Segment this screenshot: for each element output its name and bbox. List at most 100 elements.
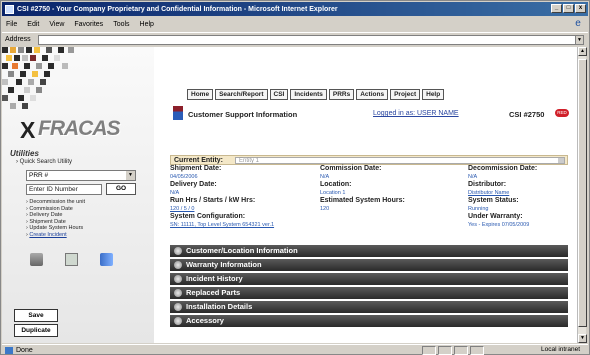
page-header: Customer Support Information Logged in a… bbox=[155, 103, 579, 125]
logo-area: X FRACAS bbox=[2, 47, 154, 163]
nav-search-report[interactable]: Search/Report bbox=[215, 89, 268, 100]
status-text: Done bbox=[2, 347, 422, 354]
logo-x: X bbox=[20, 117, 36, 143]
section-customer-location[interactable]: Customer/Location Information bbox=[170, 245, 568, 257]
main-nav: Home Search/Report CSI Incidents PRRs Ac… bbox=[187, 89, 445, 100]
nav-project[interactable]: Project bbox=[390, 89, 421, 100]
sys-config-label: System Configuration: bbox=[170, 213, 246, 220]
link-commission-date[interactable]: › Commission Date bbox=[26, 206, 85, 213]
distributor-link[interactable]: Distributor Name bbox=[468, 190, 509, 196]
security-zone: Local intranet bbox=[540, 346, 580, 353]
status-cells bbox=[422, 345, 484, 355]
warranty-label: Under Warranty: bbox=[468, 213, 523, 220]
delivery-date-value: N/A bbox=[170, 190, 180, 196]
system-status-label: System Status: bbox=[468, 197, 519, 204]
app-logo: FRACAS bbox=[38, 117, 120, 140]
decommission-date-value: N/A bbox=[468, 174, 478, 180]
link-create-incident-label: Create Incident bbox=[29, 231, 67, 238]
address-label: Address bbox=[5, 36, 31, 43]
print-icon[interactable] bbox=[30, 253, 43, 266]
menu-edit[interactable]: Edit bbox=[27, 21, 39, 28]
utility-links: › Decommission the unit › Commission Dat… bbox=[26, 199, 85, 239]
vertical-scrollbar[interactable]: ▲ ▼ bbox=[577, 47, 587, 343]
section-incident-history[interactable]: Incident History bbox=[170, 273, 568, 285]
est-hours-value: 120 bbox=[320, 206, 330, 212]
nav-prrs[interactable]: PRRs bbox=[328, 89, 355, 100]
export-icon[interactable] bbox=[65, 253, 78, 266]
menu-tools[interactable]: Tools bbox=[113, 21, 129, 28]
scroll-thumb[interactable] bbox=[578, 59, 587, 327]
shipment-date-label: Shipment Date: bbox=[170, 165, 222, 172]
nav-help[interactable]: Help bbox=[422, 89, 445, 100]
section-warranty[interactable]: Warranty Information bbox=[170, 259, 568, 271]
csi-page-icon bbox=[173, 106, 183, 120]
left-panel: X FRACAS Utilities › Quick Search Utilit… bbox=[2, 47, 154, 343]
current-entity-select[interactable]: Entity 1 bbox=[235, 157, 565, 164]
go-button[interactable]: GO bbox=[106, 183, 136, 195]
ie-page-icon bbox=[5, 4, 14, 14]
copy-icon[interactable] bbox=[100, 253, 113, 266]
chevron-down-icon: ▼ bbox=[126, 171, 135, 180]
address-input[interactable] bbox=[38, 35, 582, 45]
maximize-button[interactable]: □ bbox=[563, 4, 574, 13]
distributor-label: Distributor: bbox=[468, 181, 507, 188]
save-button[interactable]: Save bbox=[14, 309, 58, 322]
scroll-up-icon[interactable]: ▲ bbox=[578, 47, 587, 56]
nav-incidents[interactable]: Incidents bbox=[290, 89, 327, 100]
menu-help[interactable]: Help bbox=[140, 21, 154, 28]
window-controls: _ □ x bbox=[551, 4, 586, 13]
page-title: Customer Support Information bbox=[188, 110, 298, 119]
menu-file[interactable]: File bbox=[6, 21, 17, 28]
current-entity-row: Current Entity: Entity 1 bbox=[170, 155, 568, 165]
section-accessory[interactable]: Accessory bbox=[170, 315, 568, 327]
run-hrs-link[interactable]: 120 / 5 / 0 bbox=[170, 206, 194, 212]
chevron-down-icon bbox=[558, 158, 564, 163]
decommission-date-label: Decommission Date: bbox=[468, 165, 538, 172]
window-title: CSI #2750 - Your Company Proprietary and… bbox=[17, 5, 338, 13]
menu-bar: File Edit View Favorites Tools Help e bbox=[2, 17, 588, 31]
page-content: X FRACAS Utilities › Quick Search Utilit… bbox=[2, 47, 579, 343]
minimize-button[interactable]: _ bbox=[551, 4, 562, 13]
id-number-input[interactable]: Enter ID Number bbox=[26, 184, 102, 195]
location-label: Location: bbox=[320, 181, 352, 188]
nav-csi[interactable]: CSI bbox=[269, 89, 289, 100]
link-update-hours[interactable]: › Update System Hours bbox=[26, 225, 85, 232]
link-delivery-date[interactable]: › Delivery Date bbox=[26, 212, 85, 219]
menu-favorites[interactable]: Favorites bbox=[74, 21, 103, 28]
section-installation-details[interactable]: Installation Details bbox=[170, 301, 568, 313]
link-commission-date-label: Commission Date bbox=[29, 205, 73, 212]
address-bar: Address ▼ bbox=[2, 32, 588, 46]
current-entity-label: Current Entity: bbox=[174, 157, 223, 164]
quick-search-link[interactable]: › Quick Search Utility bbox=[16, 159, 72, 165]
ie-logo-icon: e bbox=[572, 18, 584, 30]
menu-view[interactable]: View bbox=[49, 21, 64, 28]
shipment-date-value: 04/05/2006 bbox=[170, 174, 198, 180]
nav-home[interactable]: Home bbox=[187, 89, 214, 100]
sys-config-link[interactable]: SN: 11111, Top Level System 654321 ver.1 bbox=[170, 222, 274, 228]
nav-actions[interactable]: Actions bbox=[356, 89, 389, 100]
location-value: Location 1 bbox=[320, 190, 346, 196]
section-replaced-parts[interactable]: Replaced Parts bbox=[170, 287, 568, 299]
search-type-select[interactable]: PRR # ▼ bbox=[26, 170, 136, 181]
delivery-date-label: Delivery Date: bbox=[170, 181, 217, 188]
csi-number: CSI #2750 bbox=[509, 110, 545, 119]
duplicate-button[interactable]: Duplicate bbox=[14, 324, 58, 337]
link-shipment-date[interactable]: › Shipment Date bbox=[26, 219, 85, 226]
link-decommission[interactable]: › Decommission the unit bbox=[26, 199, 85, 206]
warranty-value: Yes - Expires 07/05/2009 bbox=[468, 222, 530, 228]
quick-search-label: Quick Search Utility bbox=[19, 159, 73, 165]
link-delivery-date-label: Delivery Date bbox=[29, 212, 63, 219]
link-create-incident[interactable]: › Create Incident bbox=[26, 232, 85, 239]
address-dropdown-icon[interactable]: ▼ bbox=[575, 35, 584, 45]
title-bar: CSI #2750 - Your Company Proprietary and… bbox=[2, 2, 588, 16]
system-status-value: Running bbox=[468, 206, 489, 212]
current-entity-value: Entity 1 bbox=[239, 158, 260, 164]
status-bar: Done Local intranet bbox=[2, 344, 588, 355]
link-update-hours-label: Update System Hours bbox=[29, 225, 84, 232]
commission-date-value: N/A bbox=[320, 174, 330, 180]
scroll-down-icon[interactable]: ▼ bbox=[578, 334, 587, 343]
close-button[interactable]: x bbox=[575, 4, 586, 13]
tool-icons bbox=[30, 253, 113, 266]
logged-in-link[interactable]: Logged in as: USER NAME bbox=[373, 110, 459, 117]
search-type-value: PRR # bbox=[29, 172, 49, 179]
